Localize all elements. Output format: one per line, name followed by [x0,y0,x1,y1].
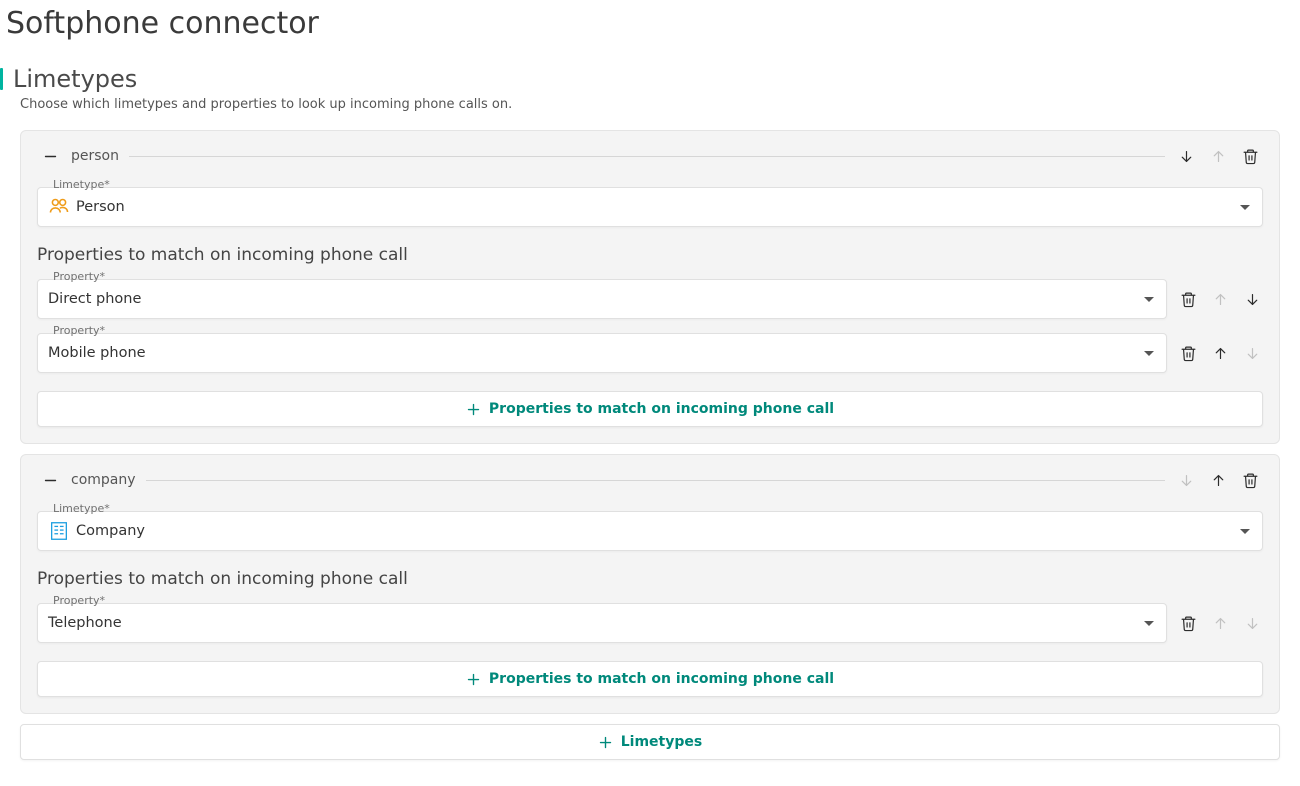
property-field-label: Property* [51,594,107,607]
property-field-label: Property* [51,324,107,337]
limetype-group-person: person Limetype* Person Properties to ma… [20,130,1280,444]
limetype-value: Company [76,523,1240,539]
add-limetype-button[interactable]: Limetypes [20,724,1280,760]
move-property-down-button [1241,342,1263,364]
person-icon [48,196,72,218]
plus-icon [598,735,613,750]
move-property-up-button[interactable] [1209,342,1231,364]
chevron-down-icon [1240,529,1250,534]
group-label: company [71,472,136,488]
delete-property-button[interactable] [1177,342,1199,364]
divider [129,156,1165,157]
delete-property-button[interactable] [1177,612,1199,634]
property-row: Property* Mobile phone [37,333,1263,373]
move-up-button [1207,145,1229,167]
move-property-up-button [1209,612,1231,634]
property-value: Mobile phone [48,345,1144,361]
section-title: Limetypes [13,65,137,93]
divider [146,480,1165,481]
move-down-button[interactable] [1175,145,1197,167]
limetype-value: Person [76,199,1240,215]
properties-heading: Properties to match on incoming phone ca… [37,569,1263,589]
property-row: Property* Telephone [37,603,1263,643]
property-value: Direct phone [48,291,1144,307]
limetype-select[interactable]: Company [37,511,1263,551]
move-property-down-button[interactable] [1241,288,1263,310]
add-property-label: Properties to match on incoming phone ca… [489,401,834,417]
chevron-down-icon [1240,205,1250,210]
company-icon [48,520,72,542]
chevron-down-icon [1144,621,1154,626]
add-property-button[interactable]: Properties to match on incoming phone ca… [37,391,1263,427]
limetype-select[interactable]: Person [37,187,1263,227]
accent-bar [0,68,3,90]
move-down-button [1175,469,1197,491]
section-subtitle: Choose which limetypes and properties to… [20,97,1300,112]
delete-button[interactable] [1239,145,1261,167]
chevron-down-icon [1144,297,1154,302]
collapse-icon[interactable] [39,145,61,167]
properties-heading: Properties to match on incoming phone ca… [37,245,1263,265]
limetype-group-company: company Limetype* Company Properties to … [20,454,1280,714]
property-value: Telephone [48,615,1144,631]
delete-button[interactable] [1239,469,1261,491]
add-property-button[interactable]: Properties to match on incoming phone ca… [37,661,1263,697]
limetype-field-label: Limetype* [51,178,112,191]
collapse-icon[interactable] [39,469,61,491]
plus-icon [466,672,481,687]
property-select[interactable]: Mobile phone [37,333,1167,373]
group-label: person [71,148,119,164]
property-row: Property* Direct phone [37,279,1263,319]
move-property-up-button [1209,288,1231,310]
property-select[interactable]: Telephone [37,603,1167,643]
property-field-label: Property* [51,270,107,283]
property-select[interactable]: Direct phone [37,279,1167,319]
plus-icon [466,402,481,417]
move-up-button[interactable] [1207,469,1229,491]
delete-property-button[interactable] [1177,288,1199,310]
group-header: company [37,463,1263,497]
chevron-down-icon [1144,351,1154,356]
add-property-label: Properties to match on incoming phone ca… [489,671,834,687]
add-limetype-label: Limetypes [621,734,702,750]
move-property-down-button [1241,612,1263,634]
group-header: person [37,139,1263,173]
limetype-field-label: Limetype* [51,502,112,515]
section-heading: Limetypes [0,65,1300,93]
page-title: Softphone connector [6,6,1300,41]
